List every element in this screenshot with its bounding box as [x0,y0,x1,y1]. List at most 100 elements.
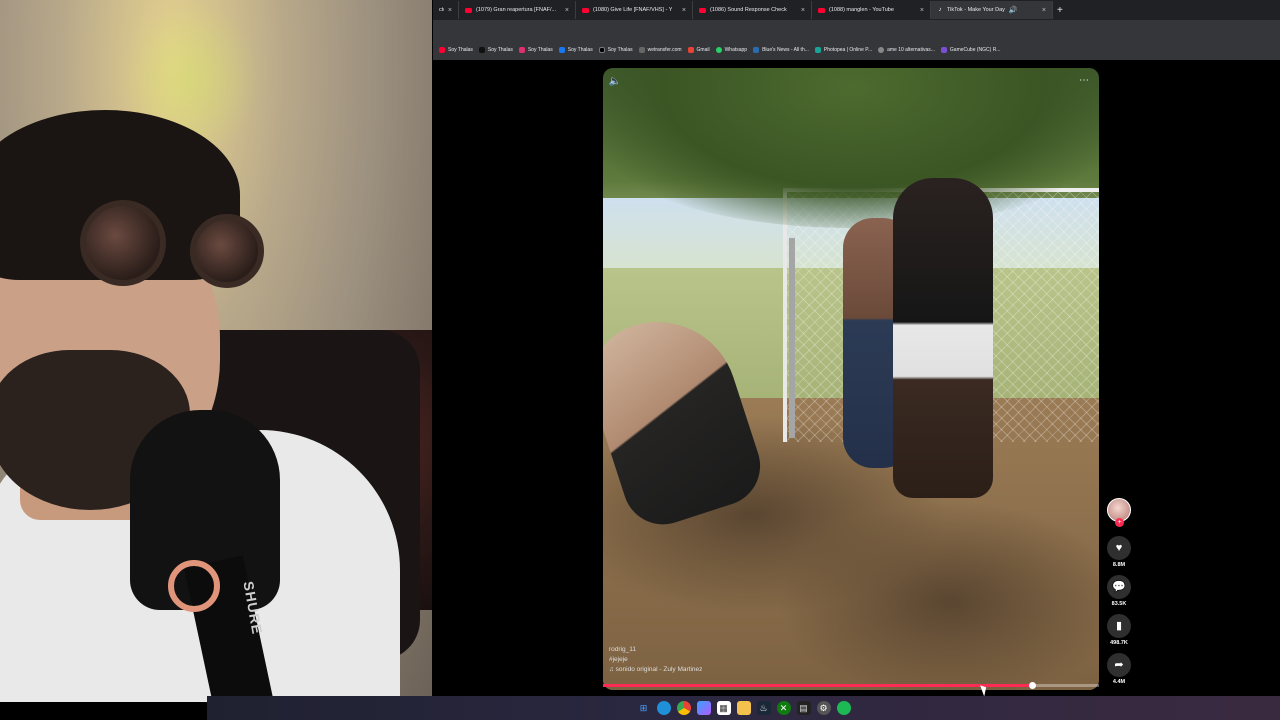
youtube-icon [465,7,472,13]
bookmark-gamecube[interactable]: GameCube (NGC) R... [940,47,1001,53]
xbox-icon[interactable]: ✕ [776,701,791,715]
browser-tab-4[interactable]: (1086) Sound Response Check × [693,1,812,19]
bookmark-label: Whatsapp [724,47,748,53]
settings-icon[interactable]: ⚙ [816,701,831,715]
store-icon[interactable]: ▦ [716,701,731,715]
share-count: 4.4M [1112,679,1126,685]
tab-label: (1086) Sound Response Check [710,7,787,13]
comment-action[interactable]: 💬 83.5K [1107,575,1131,607]
bookmark-label: Soy Thalas [448,47,473,53]
new-tab-button[interactable]: + [1057,5,1063,16]
close-icon[interactable]: × [920,7,924,14]
follow-plus-icon[interactable]: + [1115,518,1124,527]
video-hashtag[interactable]: #jejeje [609,655,702,665]
browser-tab-2[interactable]: (1079) Gran reapertura [FNAF/... × [459,1,576,19]
bookmark-icon[interactable]: ▮ [1107,614,1131,638]
tiktok-icon [478,47,485,53]
bookmark-label: Gmail [696,47,710,53]
bookmark-tiktok[interactable]: Soy Thalas [478,47,513,53]
gamecube-icon [940,47,947,53]
tab-label: (1088) manglen - YouTube [829,7,894,13]
copilot-icon[interactable] [696,701,711,715]
tab-label: (1080) Give Life [FNAF/VHS] - Y [593,7,673,13]
save-count: 498.7K [1110,640,1128,646]
bookmark-gmail[interactable]: Gmail [687,47,710,53]
gmail-icon [687,47,694,53]
bookmark-wetransfer[interactable]: wetransfer.com [638,47,682,53]
streamer-webcam: SHURE [0,0,432,702]
bookmark-label: Soy Thalas [567,47,593,53]
browser-tab-bar: cto × (1079) Gran reapertura [FNAF/... ×… [433,0,1280,20]
edge-icon[interactable] [656,701,671,715]
video-person-standing [893,178,993,498]
bookmark-label: Soy Thalas [607,47,633,53]
tab-label: TikTok - Make Your Day [947,7,1005,13]
wetransfer-icon [638,47,645,53]
photopea-icon [814,47,821,53]
bookmark-whatsapp[interactable]: Whatsapp [715,47,748,53]
browser-tab-1[interactable]: cto × [433,1,459,19]
video-progress-fill [603,684,1033,687]
spotify-icon[interactable] [836,701,851,715]
chrome-icon[interactable] [676,701,691,715]
browser-tab-tiktok[interactable]: ♪ TikTok - Make Your Day 🔊 × [931,1,1053,19]
video-sound[interactable]: ♫ sonido original - Zuly Martinez [609,665,702,675]
video-progress-bar[interactable] [603,682,1099,689]
ellipsis-icon[interactable]: ⋯ [1076,74,1092,86]
tiktok-video-player[interactable] [603,68,1099,690]
close-icon[interactable]: × [801,7,805,14]
bookmarks-bar: Soy Thalas Soy Thalas Soy Thalas Soy Tha… [433,40,1280,60]
video-tree-canopy [603,68,1099,228]
close-icon[interactable]: × [682,7,686,14]
blues-news-icon [753,47,760,53]
close-icon[interactable]: × [448,7,452,14]
goggles-right-lens [190,214,264,288]
goggles-left-lens [80,200,166,286]
bookmark-blues-news[interactable]: Blue's News - All th... [753,47,809,53]
address-bar-area [433,20,1280,40]
browser-tab-3[interactable]: (1080) Give Life [FNAF/VHS] - Y × [576,1,693,19]
heart-icon[interactable]: ♥ [1107,536,1131,560]
bookmark-label: Blue's News - All th... [762,47,809,53]
microphone-ring [168,560,220,612]
video-progress-handle[interactable] [1029,682,1037,689]
windows-start-icon[interactable]: ⊞ [637,701,651,715]
tab-label: cto [439,7,444,13]
bookmark-instagram[interactable]: Soy Thalas [518,47,553,53]
steam-icon[interactable]: ♨ [756,701,771,715]
youtube-icon [582,7,589,13]
speaker-icon[interactable]: 🔈 [608,74,622,88]
share-action[interactable]: ➦ 4.4M [1107,653,1131,685]
bookmark-label: wetransfer.com [647,47,682,53]
bookmark-label: Photopea | Online P... [823,47,873,53]
comment-count: 83.5K [1111,601,1127,607]
webcam-bottom-bar [0,702,207,720]
bookmark-alternativas[interactable]: ame 10 alternativas... [878,47,935,53]
tiktok-icon: ♪ [938,7,942,13]
comment-icon[interactable]: 💬 [1107,575,1131,599]
like-action[interactable]: ♥ 8.8M [1107,536,1131,568]
bookmark-facebook[interactable]: Soy Thalas [558,47,593,53]
whatsapp-icon [715,47,722,53]
video-username[interactable]: rodrig_11 [609,645,702,655]
terminal-icon[interactable]: ▤ [796,701,811,715]
bookmark-label: GameCube (NGC) R... [949,47,1001,53]
youtube-icon [699,7,706,13]
save-action[interactable]: ▮ 498.7K [1107,614,1131,646]
close-icon[interactable]: × [1042,7,1046,14]
files-icon[interactable] [736,701,751,715]
speaker-icon[interactable]: 🔊 [1009,6,1018,14]
share-icon[interactable]: ➦ [1107,653,1131,677]
windows-taskbar: ⊞ ▦ ♨ ✕ ▤ ⚙ [207,696,1280,720]
bookmark-youtube[interactable]: Soy Thalas [439,47,473,53]
instagram-icon [518,47,525,53]
bookmark-photopea[interactable]: Photopea | Online P... [814,47,873,53]
close-icon[interactable]: × [565,7,569,14]
browser-tab-5[interactable]: (1088) manglen - YouTube × [812,1,931,19]
youtube-icon [439,47,445,53]
bookmark-label: ame 10 alternativas... [887,47,935,53]
bookmark-x[interactable]: Soy Thalas [598,47,633,53]
like-count: 8.8M [1112,562,1126,568]
bookmark-label: Soy Thalas [487,47,513,53]
globe-icon [878,47,885,53]
